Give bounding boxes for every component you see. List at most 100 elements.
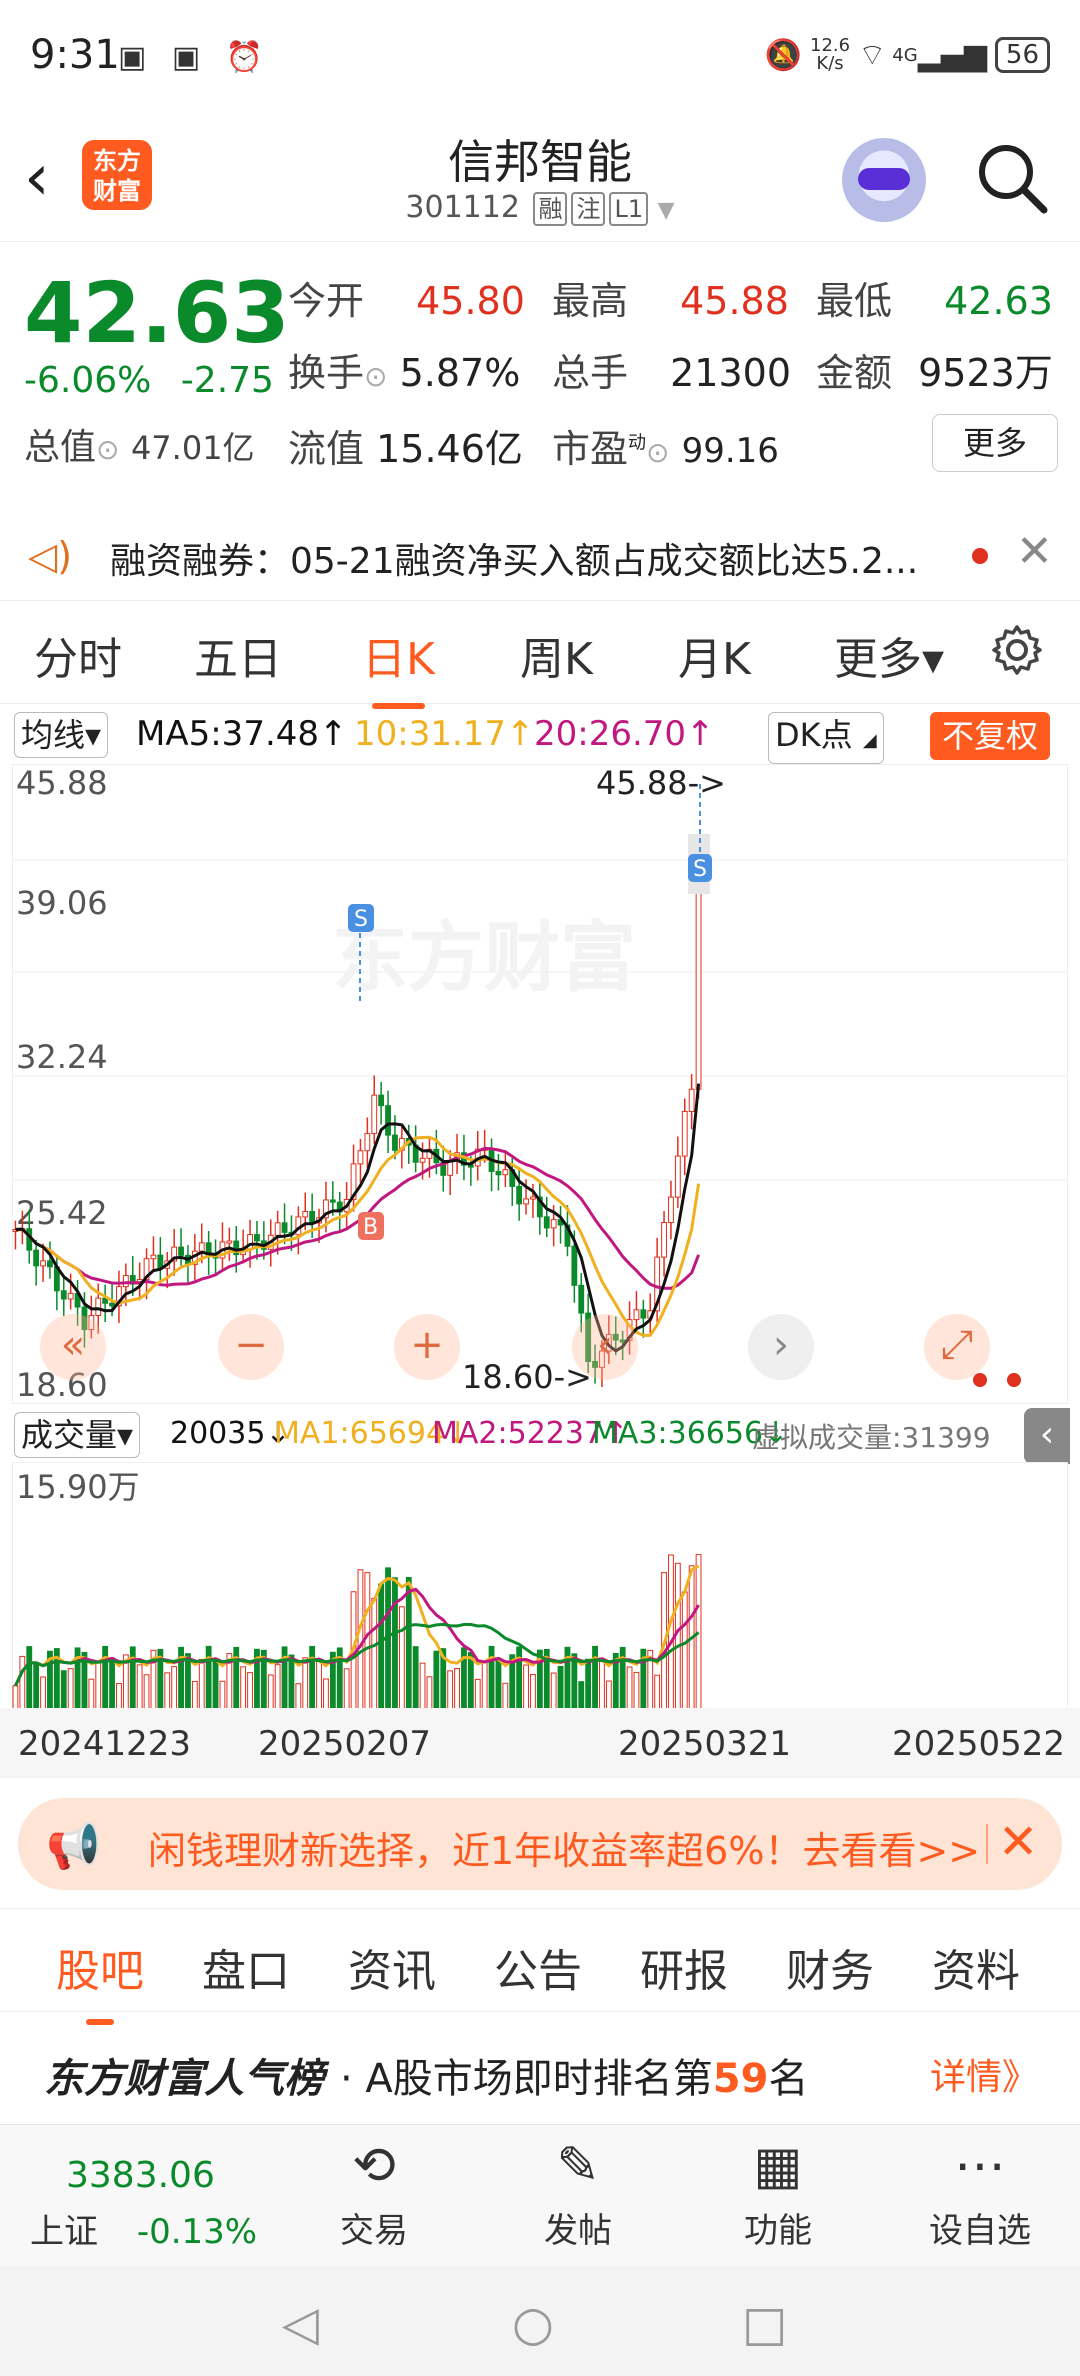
y-label-2: 39.06 [16, 884, 108, 922]
index-quote[interactable]: 3383.06 上证 -0.13% [30, 2155, 257, 2253]
max-marker: 45.88-> [596, 764, 726, 802]
trade-button[interactable]: ⟲ 交易 [304, 2135, 444, 2252]
nav-back-icon[interactable]: ◁ [282, 2296, 319, 2352]
add-watchlist-button[interactable]: ⋯ 设自选 [910, 2135, 1050, 2252]
popularity-rank[interactable]: 东方财富人气榜 · A股市场即时排名第59名 详情》 [0, 2012, 1080, 2124]
candle-body [309, 1210, 316, 1224]
volume-cell: 总手 21300 [552, 342, 791, 397]
pe-value: 99.16 [681, 431, 779, 471]
volume-bar [495, 1657, 502, 1713]
volume-bar [288, 1654, 295, 1713]
volume-bar [240, 1666, 247, 1713]
promo-banner[interactable]: 📢 闲钱理财新选择，近1年收益率超6%！去看看>> ✕ [18, 1798, 1062, 1890]
volume-bar [530, 1674, 536, 1713]
tab-order-book[interactable]: 盘口 [202, 1935, 290, 1999]
scroll-right-icon[interactable]: › [748, 1314, 814, 1380]
nav-home-icon[interactable]: ○ [512, 2296, 554, 2352]
tab-research[interactable]: 研报 [640, 1935, 728, 1999]
tab-more[interactable]: 更多▾ [834, 623, 944, 687]
change-amt: -2.75 [180, 360, 274, 401]
event-dot[interactable] [1007, 1373, 1021, 1387]
candle-body [695, 863, 702, 1090]
search-icon[interactable] [976, 142, 1048, 214]
candle-body [178, 1246, 184, 1256]
candle-body [516, 1185, 523, 1205]
volume-bar [654, 1674, 661, 1713]
settings-gear-icon[interactable] [990, 623, 1044, 677]
info-icon[interactable]: ⊙ [364, 360, 387, 393]
tab-announcements[interactable]: 公告 [494, 1935, 582, 1999]
news-ticker[interactable]: ◁) 融资融券：05-21融资净买入额占成交额比达5.2... ✕ [0, 512, 1080, 596]
volume-bar [398, 1606, 405, 1713]
candle-body [571, 1245, 578, 1286]
tab-day-k[interactable]: 日K [362, 623, 435, 709]
close-icon[interactable]: ✕ [998, 1814, 1038, 1870]
volume-bar [405, 1576, 412, 1713]
info-icon[interactable]: ⊙ [646, 436, 669, 469]
scroll-left-icon[interactable]: ‹ [572, 1314, 638, 1380]
pe-label: 市盈 [552, 427, 629, 471]
volume-legend-bar: 成交量▾ 20035↓ MA1:65694↓ MA2:52237↑ MA3:36… [0, 1408, 1080, 1464]
zoom-in-icon[interactable]: + [394, 1314, 460, 1380]
fullscreen-icon[interactable]: ⤢ [924, 1314, 990, 1380]
close-icon[interactable]: ✕ [1016, 526, 1053, 577]
dk-point-select[interactable]: DK点 ◢ [768, 712, 884, 764]
tab-month-k[interactable]: 月K [678, 623, 751, 687]
volume-bar [26, 1646, 33, 1713]
candle-body [67, 1292, 74, 1300]
nav-recents-icon[interactable]: □ [742, 2296, 787, 2352]
turnover-label: 换手 [288, 351, 365, 395]
volume-indicator-select[interactable]: 成交量▾ [14, 1412, 141, 1458]
volume-bar [523, 1664, 529, 1713]
tag-level: L1 [609, 192, 649, 226]
info-icon[interactable]: ⊙ [96, 433, 119, 466]
tab-profile[interactable]: 资料 [932, 1935, 1020, 1999]
more-quote-button[interactable]: 更多 [932, 414, 1058, 472]
rank-detail-link[interactable]: 详情》 [930, 2048, 1038, 2100]
candle-body [392, 1134, 398, 1151]
tab-news[interactable]: 资讯 [348, 1935, 436, 1999]
volume-chart[interactable]: 15.90万 [11, 1461, 1069, 1713]
post-button[interactable]: ✎ 发帖 [508, 2135, 648, 2252]
scroll-left-fast-icon[interactable]: « [40, 1314, 106, 1380]
tab-week-k[interactable]: 周K [520, 623, 593, 687]
stock-header: ‹ 东方 财富 信邦智能 301112 融注 L1 ▼ [0, 118, 1080, 242]
high-value: 45.88 [680, 279, 789, 323]
change-pct: -6.06% [24, 360, 152, 401]
candle-body [364, 1133, 371, 1152]
adjust-mode-button[interactable]: 不复权 [930, 712, 1051, 760]
trade-label: 交易 [340, 2211, 408, 2251]
tab-5day[interactable]: 五日 [194, 623, 282, 687]
zoom-out-icon[interactable]: − [218, 1314, 284, 1380]
candle-body [302, 1210, 309, 1218]
low-value: 42.63 [944, 279, 1053, 323]
y-label-3: 32.24 [16, 1038, 108, 1076]
function-button[interactable]: ▦ 功能 [708, 2135, 848, 2252]
tab-guba[interactable]: 股吧 [56, 1935, 144, 2025]
tab-minute[interactable]: 分时 [34, 623, 122, 687]
event-dot[interactable] [973, 1373, 987, 1387]
corner-caret-icon: ◢ [862, 730, 877, 751]
volume-svg: 15.90万 [11, 1461, 1069, 1713]
volume-bar [385, 1567, 391, 1713]
index-change: -0.13% [136, 2212, 258, 2252]
kline-chart[interactable]: 东方财富 45.88 39.06 32.24 25.42 18.60 S B S… [12, 764, 1068, 1404]
turnover-value: 5.87% [399, 351, 521, 395]
ma-type-select[interactable]: 均线▾ [14, 712, 109, 758]
stock-code: 301112 [405, 190, 520, 225]
volume-bar [343, 1668, 350, 1713]
tab-finance[interactable]: 财务 [786, 1935, 874, 1999]
promo-text[interactable]: 闲钱理财新选择，近1年收益率超6%！去看看>> [148, 1820, 980, 1875]
volume-bar [681, 1591, 688, 1713]
ticker-text[interactable]: 融资融券：05-21融资净买入额占成交额比达5.2... [110, 532, 918, 584]
min-marker: 18.60-> [462, 1358, 592, 1396]
candle-body [33, 1249, 40, 1267]
volume-bar [198, 1658, 205, 1713]
volume-bar [274, 1664, 281, 1713]
candle-body [530, 1196, 536, 1200]
quote-panel: 42.63 -6.06% -2.75 总值⊙ 47.01亿 今开 45.80 最… [0, 242, 1080, 492]
collapse-panel-icon[interactable]: ‹ [1024, 1408, 1070, 1464]
open-cell: 今开 45.80 [288, 270, 525, 325]
robot-assistant-icon[interactable] [842, 138, 926, 222]
function-label: 功能 [744, 2211, 812, 2251]
